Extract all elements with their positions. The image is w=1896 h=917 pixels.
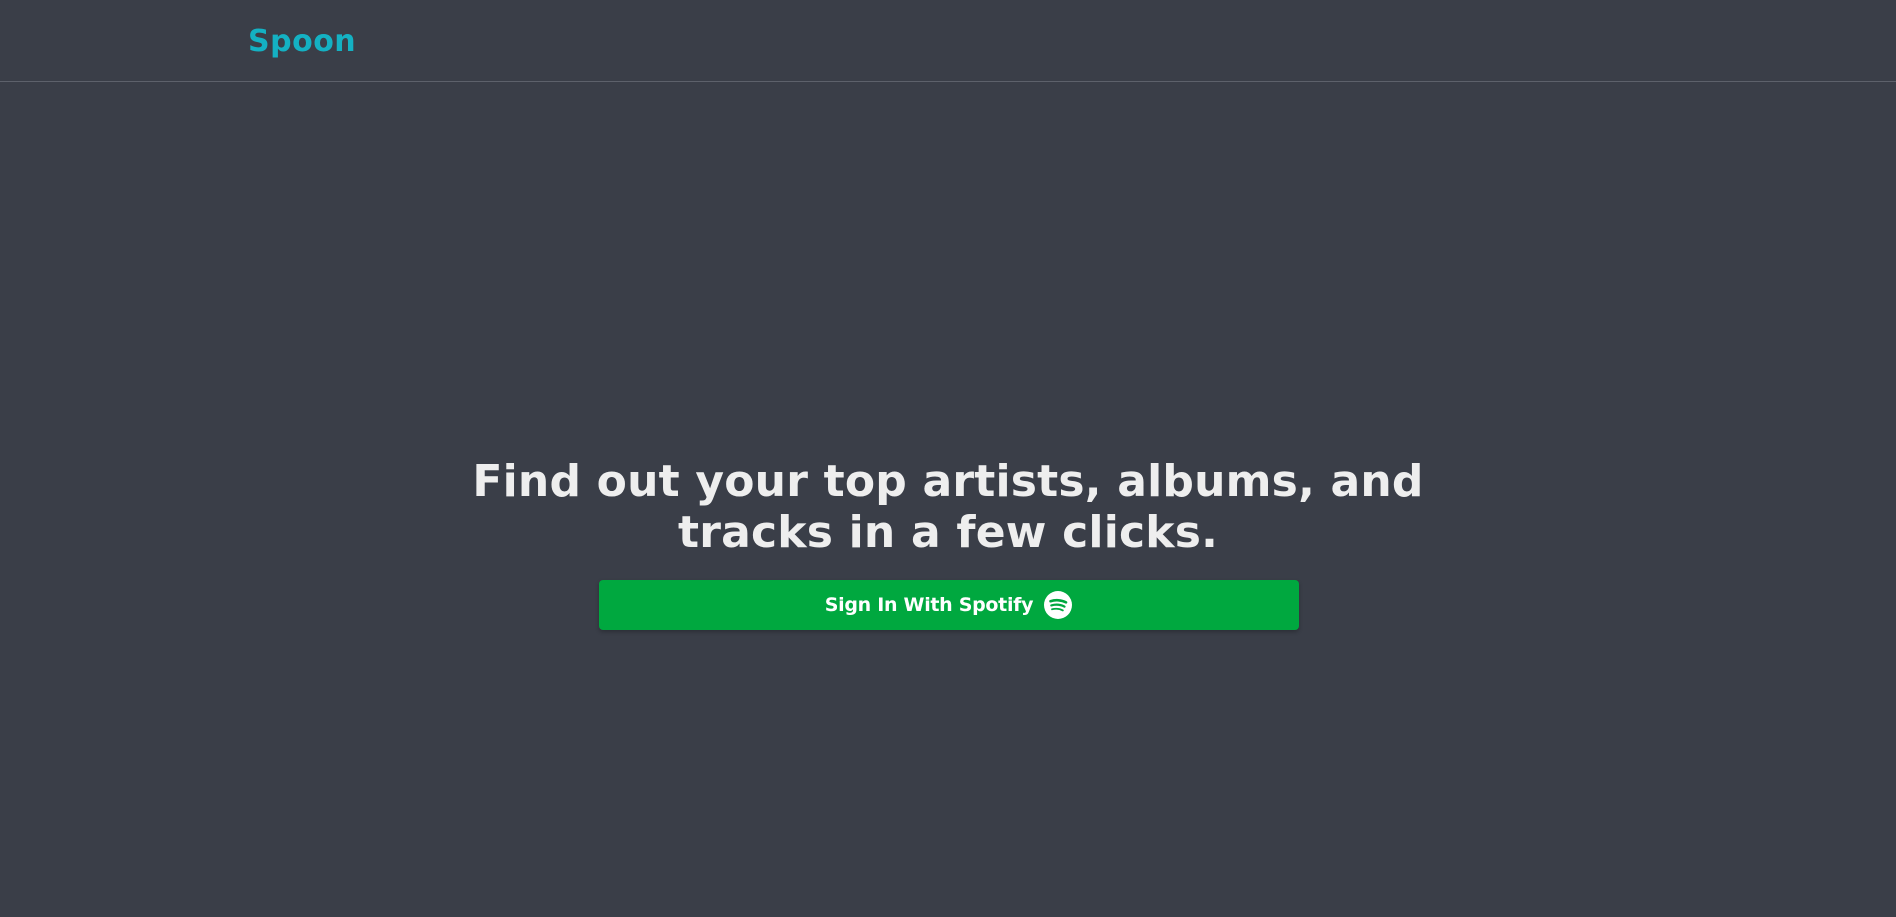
page: Spoon Find out your top artists, albums,… bbox=[0, 0, 1896, 917]
hero-headline: Find out your top artists, albums, and t… bbox=[472, 456, 1424, 558]
top-nav-bar: Spoon bbox=[0, 0, 1896, 82]
spoon-logo[interactable]: Spoon bbox=[248, 22, 356, 62]
hero-section: Find out your top artists, albums, and t… bbox=[0, 456, 1896, 558]
sign-in-button-label: Sign In With Spotify bbox=[824, 594, 1034, 616]
spotify-icon bbox=[1043, 590, 1073, 620]
sign-in-with-spotify-button[interactable]: Sign In With Spotify bbox=[599, 580, 1299, 630]
